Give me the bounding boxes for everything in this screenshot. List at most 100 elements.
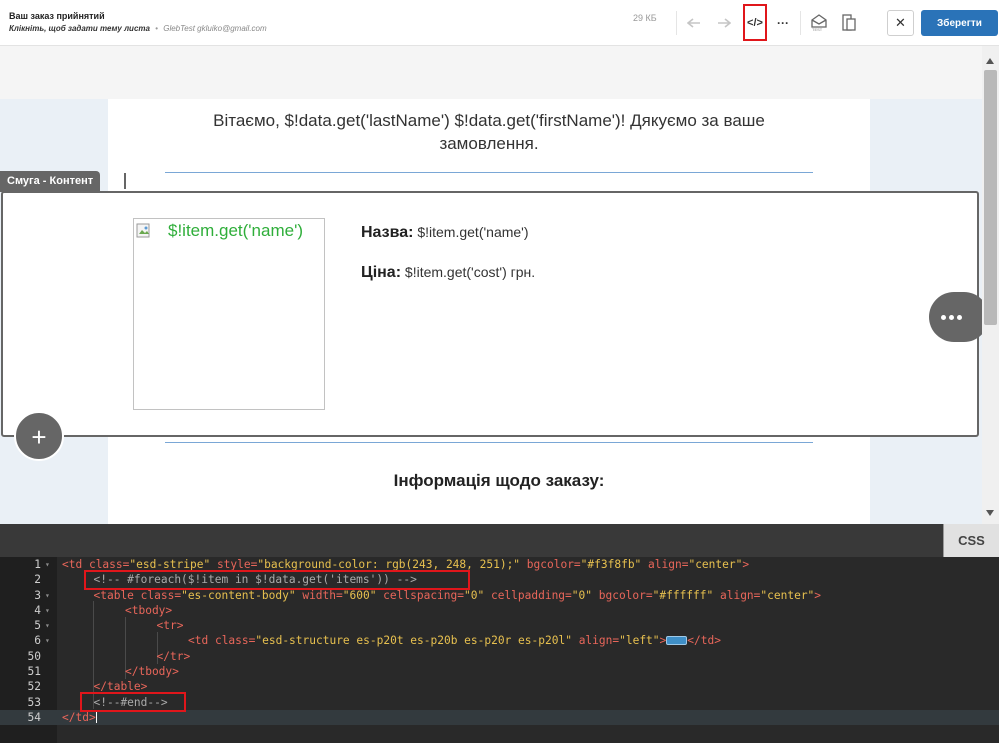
- stripe-label: Смуга - Контент: [0, 171, 101, 192]
- code-editor-toolbar: [0, 524, 999, 557]
- line-number: 50: [27, 649, 41, 663]
- block-options-button[interactable]: [929, 292, 989, 342]
- name-value: $!item.get('name'): [417, 224, 529, 240]
- code-token: bgcolor=: [598, 588, 653, 602]
- redo-icon: [718, 18, 731, 28]
- fold-arrow-icon[interactable]: ▾: [45, 633, 50, 648]
- preview-button[interactable]: [841, 13, 857, 31]
- code-text: <td class="esd-structure es-p20t es-p20b…: [188, 633, 721, 648]
- code-token: </td>: [687, 634, 721, 648]
- code-token: <td: [188, 634, 215, 648]
- plus-icon: +: [31, 422, 47, 452]
- fold-arrow-icon[interactable]: ▾: [45, 603, 50, 618]
- code-token: bgcolor=: [526, 558, 581, 571]
- price-label: Ціна:: [361, 264, 402, 281]
- code-token: "es-content-body": [181, 588, 303, 602]
- code-token: align=: [578, 634, 620, 648]
- code-token: "#ffffff": [652, 588, 720, 602]
- code-line[interactable]: 5 ▾ <tr>: [0, 618, 999, 633]
- product-image[interactable]: $!item.get('name'): [133, 218, 325, 410]
- meta-separator: •: [155, 24, 158, 33]
- stripe-tick: [124, 173, 126, 189]
- line-number: 53: [27, 695, 41, 709]
- broken-image-icon: [136, 223, 150, 238]
- code-line[interactable]: 51 </tbody>: [0, 664, 999, 679]
- code-token: cellspacing=: [383, 588, 464, 602]
- code-line[interactable]: 6 ▾ <td class="esd-structure es-p20t es-p2…: [0, 633, 999, 648]
- undo-icon: [687, 18, 700, 28]
- undo-button[interactable]: [686, 15, 702, 31]
- scroll-down-arrow-icon[interactable]: [986, 510, 994, 516]
- line-number: 5: [34, 619, 41, 633]
- order-info-title[interactable]: Інформація щодо заказу:: [108, 471, 890, 491]
- code-token: class=: [140, 588, 182, 602]
- email-topic-placeholder[interactable]: Клікніть, щоб задати тему листа: [9, 24, 150, 33]
- fold-arrow-icon[interactable]: ▾: [45, 618, 50, 633]
- code-line[interactable]: 54 </td>: [0, 709, 999, 726]
- code-token: align=: [719, 588, 761, 602]
- code-editor-button[interactable]: </>: [743, 4, 767, 41]
- line-number: 2: [34, 573, 41, 587]
- code-token: >: [742, 558, 750, 571]
- email-size: 29 КБ: [633, 13, 657, 23]
- add-block-button[interactable]: +: [14, 411, 64, 461]
- product-name-row[interactable]: Назва: $!item.get('name'): [361, 224, 529, 242]
- email-sender[interactable]: GlebTest gkluiko@gmail.com: [163, 24, 266, 33]
- product-price-row[interactable]: Ціна: $!item.get('cost') грн.: [361, 264, 535, 282]
- code-token: <tbody>: [125, 603, 173, 617]
- scroll-up-arrow-icon[interactable]: [986, 58, 994, 64]
- code-token: </td>: [62, 710, 96, 724]
- code-token: </tbody>: [125, 665, 179, 679]
- line-number: 51: [27, 665, 41, 679]
- css-tab[interactable]: CSS: [943, 524, 999, 557]
- line-number: 3: [34, 588, 41, 602]
- code-token: >: [659, 634, 667, 648]
- toolbar-divider: [800, 11, 801, 35]
- scrollbar-thumb[interactable]: [984, 70, 997, 325]
- end-highlight: [80, 692, 186, 712]
- more-dots-icon: [957, 314, 962, 320]
- code-token: "center": [760, 588, 815, 602]
- fold-arrow-icon[interactable]: ▾: [45, 588, 50, 603]
- line-number: 6: [34, 634, 41, 648]
- code-token: "left": [619, 634, 660, 648]
- line-number: 1: [34, 558, 41, 571]
- code-token: "0": [571, 588, 599, 602]
- code-text: <tbody>: [125, 603, 172, 618]
- code-token: "esd-structure es-p20t es-p20b es-p20r e…: [255, 634, 579, 648]
- more-dots-icon: [949, 314, 954, 320]
- code-icon: </>: [747, 16, 763, 29]
- separator-line: [165, 442, 813, 443]
- more-options-button[interactable]: ···: [774, 14, 792, 32]
- toolbar-divider: [676, 11, 677, 35]
- name-label: Назва:: [361, 224, 414, 241]
- test-email-icon: [811, 14, 827, 28]
- canvas-scrollbar[interactable]: [982, 46, 999, 524]
- code-line[interactable]: 50 </tr>: [0, 649, 999, 664]
- code-token: "center": [688, 558, 743, 571]
- line-number: 52: [27, 680, 41, 694]
- more-dots-icon: ···: [777, 16, 789, 30]
- html-code-editor[interactable]: CSS 1 ▾ <td class="esd-stripe" style="back…: [0, 524, 999, 743]
- email-subject[interactable]: Ваш заказ прийнятий: [9, 11, 105, 21]
- email-editor-app: Ваш заказ прийнятий Клікніть, щоб задати…: [0, 0, 999, 743]
- code-token: width=: [302, 588, 343, 602]
- editor-header: Ваш заказ прийнятий Клікніть, щоб задати…: [0, 0, 999, 46]
- email-canvas: Вітаємо, $!data.get('lastName') $!data.g…: [0, 46, 999, 524]
- code-line[interactable]: 4 ▾ <tbody>: [0, 603, 999, 618]
- close-button[interactable]: ✕: [887, 10, 914, 36]
- fold-arrow-icon[interactable]: ▾: [45, 557, 50, 572]
- greeting-text[interactable]: Вітаємо, $!data.get('lastName') $!data.g…: [165, 109, 813, 155]
- code-token: <table: [93, 588, 141, 602]
- code-text: </td>: [62, 709, 97, 725]
- code-token: align=: [648, 558, 689, 571]
- more-dots-icon: [941, 314, 946, 320]
- email-meta: Клікніть, щоб задати тему листа • GlebTe…: [9, 24, 267, 33]
- code-token: "#f3f8fb": [580, 558, 649, 571]
- code-token: >: [814, 588, 822, 602]
- foreach-highlight: [84, 570, 470, 590]
- folded-code-icon[interactable]: [666, 636, 688, 646]
- save-button[interactable]: Зберегти: [921, 10, 998, 36]
- redo-button[interactable]: [716, 15, 732, 31]
- line-number: 4: [34, 603, 41, 617]
